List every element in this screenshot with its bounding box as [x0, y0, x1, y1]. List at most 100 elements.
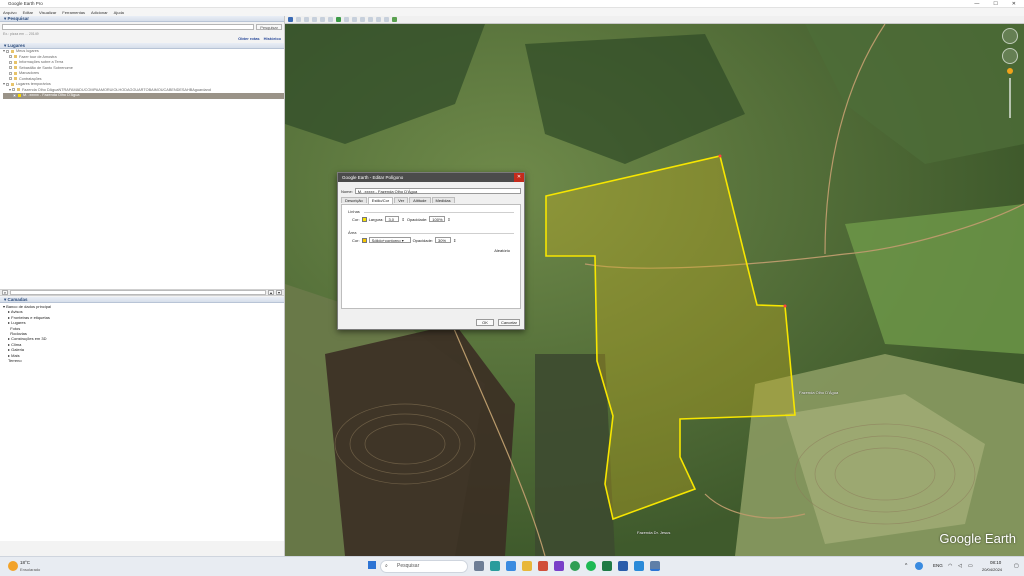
line-opacity-stepper-icon[interactable]: ⇕	[447, 217, 450, 222]
cancel-button[interactable]: Cancelar	[498, 319, 520, 326]
tray-chevron-icon[interactable]: ^	[905, 563, 907, 569]
add-path-icon[interactable]	[312, 17, 317, 22]
menu-add[interactable]: Adicionar	[91, 10, 108, 15]
add-placemark-icon[interactable]	[296, 17, 301, 22]
close-button[interactable]: ✕	[1012, 1, 1016, 7]
outlook-icon[interactable]	[634, 561, 644, 571]
layer-label: Avisos	[10, 309, 23, 315]
layer-label: Construções em 3D	[11, 336, 47, 342]
store-icon[interactable]	[506, 561, 516, 571]
sidebar-toggle-icon[interactable]	[288, 17, 293, 22]
place-label-bottom[interactable]: Fazenda Dr. Jesus	[637, 530, 670, 535]
tab-altitude[interactable]: Altitude	[409, 197, 431, 203]
app-icon-2[interactable]	[554, 561, 564, 571]
search-button[interactable]: Pesquisar	[256, 24, 282, 30]
places-item-polygon-selected[interactable]: M. .xxxxx - Fazenda Olho D'Água	[3, 93, 284, 99]
down-arrow-icon[interactable]: ▾	[276, 290, 282, 295]
weather-text[interactable]: Ensolarado	[20, 567, 40, 572]
tab-view[interactable]: Ver	[394, 197, 409, 203]
menu-view[interactable]: Visualizar	[39, 10, 56, 15]
line-opacity-label: Opacidade:	[406, 216, 428, 222]
street-view-pegman-icon[interactable]	[1007, 68, 1013, 74]
name-field[interactable]: M. .xxxxx - Fazenda Olho D'Água	[354, 188, 521, 194]
places-item-label: Contratações	[19, 76, 42, 81]
speaker-icon[interactable]: ◁	[958, 563, 962, 569]
line-width-stepper-icon[interactable]: ⇕	[401, 217, 404, 222]
area-opacity-field[interactable]: 30%	[435, 237, 452, 243]
print-icon[interactable]	[376, 17, 381, 22]
clock-date[interactable]: 20/04/2024	[982, 567, 1002, 572]
wifi-icon[interactable]: ◠	[948, 563, 952, 569]
ruler-icon[interactable]	[360, 17, 365, 22]
weather-temp[interactable]: 18°C	[20, 560, 30, 565]
area-fill-select[interactable]: Sólido+contorno ▾	[368, 237, 411, 243]
add-polygon-icon[interactable]	[304, 17, 309, 22]
menu-edit[interactable]: Editar	[23, 10, 33, 15]
dialog-title-bar[interactable]: Google Earth - Editar Polígono ✕	[338, 173, 524, 182]
layer-label: Mais	[11, 352, 20, 358]
zoom-slider[interactable]	[1009, 78, 1011, 118]
places-item-label: Meus lugares	[15, 49, 39, 53]
dialog-close-icon[interactable]: ✕	[514, 173, 524, 182]
weather-icon[interactable]	[8, 561, 18, 571]
planets-icon[interactable]	[352, 17, 357, 22]
language-indicator[interactable]: ENG	[933, 563, 943, 568]
place-label[interactable]: Fazenda Olho D'Água	[799, 390, 838, 395]
spotify-icon[interactable]	[586, 561, 596, 571]
places-filter-input[interactable]	[10, 290, 266, 295]
tab-measurements[interactable]: Medidas	[431, 197, 455, 203]
minimize-button[interactable]: —	[974, 1, 979, 7]
tab-description[interactable]: Descrição	[341, 197, 367, 203]
notifications-icon[interactable]: ▢	[1014, 563, 1019, 569]
menu-file[interactable]: Arquivo	[3, 10, 17, 15]
taskbar-search-input[interactable]: Pesquisar	[380, 560, 468, 573]
menu-tools[interactable]: Ferramentas	[62, 10, 85, 15]
menu-help[interactable]: Ajuda	[114, 10, 124, 15]
line-width-field[interactable]: 3,0	[385, 216, 400, 222]
layer-terrain[interactable]: Terreno	[3, 358, 284, 363]
area-color-swatch[interactable]	[361, 237, 367, 243]
line-opacity-field[interactable]: 100%	[429, 216, 446, 222]
line-color-label: Cor:	[352, 216, 360, 222]
tab-style-color[interactable]: Estilo/Cor	[367, 197, 394, 204]
layers-tree: ▾ Banco de dados principal ▸ Avisos ▸ Fr…	[0, 303, 284, 541]
ok-button[interactable]: OK	[476, 319, 494, 326]
task-view-icon[interactable]	[474, 561, 484, 571]
word-icon[interactable]	[618, 561, 628, 571]
layers-header-label: Camadas	[7, 297, 28, 302]
layer-label: Galeria	[11, 347, 25, 353]
maximize-button[interactable]: ☐	[993, 1, 997, 7]
historical-imagery-icon[interactable]	[336, 17, 341, 22]
random-button[interactable]: Aleatório	[494, 248, 510, 253]
start-icon[interactable]	[368, 561, 376, 569]
widgets-icon[interactable]	[490, 561, 500, 571]
sun-icon[interactable]	[344, 17, 349, 22]
lines-group-label: Linhas	[348, 209, 360, 214]
look-joystick-icon[interactable]	[1002, 48, 1018, 64]
chrome-icon[interactable]	[570, 561, 580, 571]
compass-icon[interactable]	[1002, 28, 1018, 44]
window-title-bar: Google Earth Pro — ☐ ✕	[0, 0, 1024, 8]
search-header-label: Pesquisar	[7, 16, 30, 21]
save-image-icon[interactable]	[384, 17, 389, 22]
line-color-swatch[interactable]	[361, 216, 367, 222]
clock-time[interactable]: 08:10	[990, 560, 1001, 565]
file-explorer-icon[interactable]	[522, 561, 532, 571]
record-tour-icon[interactable]	[328, 17, 333, 22]
places-item-label: Lugares temporários	[15, 82, 51, 86]
email-icon[interactable]	[368, 17, 373, 22]
google-earth-taskbar-icon[interactable]	[650, 561, 660, 571]
area-opacity-stepper-icon[interactable]: ⇕	[453, 238, 456, 243]
search-input[interactable]	[2, 24, 255, 30]
tray-app-icon[interactable]	[915, 562, 923, 570]
battery-icon[interactable]: ▭	[968, 563, 973, 569]
places-item-label: Sebastião de Santo Sobrenome	[19, 65, 73, 70]
history-link[interactable]: Histórico	[264, 36, 281, 41]
up-arrow-icon[interactable]: ▴	[268, 290, 274, 295]
view-maps-icon[interactable]	[392, 17, 397, 22]
excel-icon[interactable]	[602, 561, 612, 571]
add-overlay-icon[interactable]	[320, 17, 325, 22]
app-icon[interactable]	[538, 561, 548, 571]
search-places-icon[interactable]: ⌕	[2, 290, 8, 295]
directions-link[interactable]: Obter rotas	[238, 36, 260, 41]
